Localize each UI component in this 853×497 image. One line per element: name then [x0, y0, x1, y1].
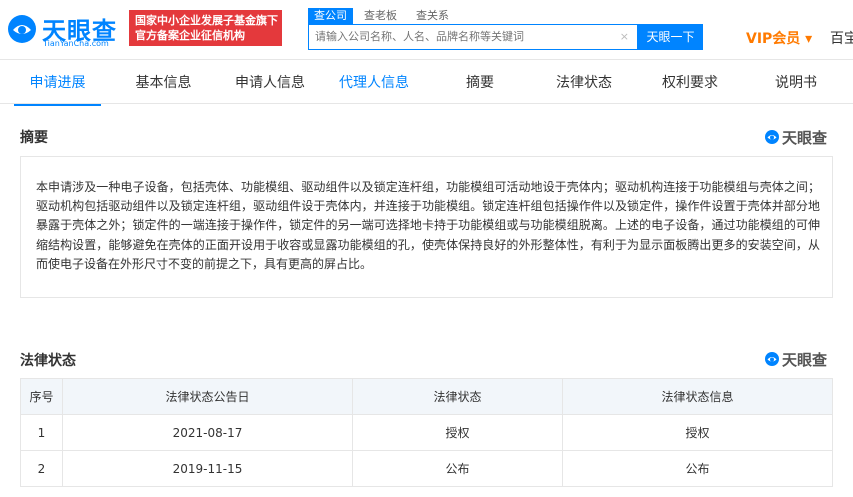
badge-line-2: 官方备案企业征信机构 — [135, 29, 245, 42]
search-input[interactable] — [315, 28, 615, 46]
column-header-date: 法律状态公告日 — [62, 378, 353, 415]
legal-status-table: 序号 法律状态公告日 法律状态 法律状态信息 1 2021-08-17 授权 授… — [20, 378, 833, 487]
abstract-title: 摘要 — [20, 130, 48, 146]
nav-legal-status[interactable]: 法律状态 — [548, 62, 620, 104]
legal-status-brand: 天眼查 — [764, 349, 834, 369]
cell-status-info: 公布 — [562, 450, 833, 487]
cell-index: 1 — [20, 414, 63, 451]
nav-application-progress[interactable]: 申请进展 — [14, 62, 101, 104]
active-tab-indicator — [14, 104, 101, 106]
nav-description[interactable]: 说明书 — [760, 62, 832, 104]
section-nav: 申请进展 基本信息 申请人信息 代理人信息 摘要 法律状态 权利要求 说明书 — [0, 62, 853, 104]
legal-status-brand-text: 天眼查 — [782, 351, 828, 369]
cell-status: 公布 — [352, 450, 563, 487]
badge-line-1: 国家中小企业发展子基金旗下 — [135, 14, 278, 27]
abstract-brand: 天眼查 — [764, 127, 834, 147]
vip-menu[interactable]: VIP会员 ▾ — [746, 28, 812, 48]
nav-claims[interactable]: 权利要求 — [654, 62, 726, 104]
abstract-text: 本申请涉及一种电子设备，包括壳体、功能模组、驱动组件以及锁定连杆组，功能模组可活… — [36, 180, 820, 271]
top-header: 天眼查 TianYanCha.com 国家中小企业发展子基金旗下 官方备案企业征… — [0, 0, 853, 60]
nav-applicant-info[interactable]: 申请人信息 — [225, 62, 315, 104]
nav-abstract[interactable]: 摘要 — [448, 62, 512, 104]
cell-date: 2019-11-15 — [62, 450, 353, 487]
nav-basic-info[interactable]: 基本信息 — [120, 62, 207, 104]
cell-status: 授权 — [352, 414, 563, 451]
cell-status-info: 授权 — [562, 414, 833, 451]
baidu-link[interactable]: 百宝 — [830, 28, 853, 48]
tianyancha-mini-icon — [765, 352, 779, 366]
column-header-index: 序号 — [20, 378, 63, 415]
table-row: 1 2021-08-17 授权 授权 — [20, 414, 833, 451]
column-header-status-info: 法律状态信息 — [562, 378, 833, 415]
nav-agent-info[interactable]: 代理人信息 — [329, 62, 419, 104]
cell-index: 2 — [20, 450, 63, 487]
tianyancha-logo[interactable]: 天眼查 TianYanCha.com — [6, 9, 124, 49]
cell-date: 2021-08-17 — [62, 414, 353, 451]
search-button[interactable]: 天眼一下 — [638, 24, 703, 50]
abstract-content: 本申请涉及一种电子设备，包括壳体、功能模组、驱动组件以及锁定连杆组，功能模组可活… — [20, 156, 833, 298]
tianyancha-logo-icon — [8, 15, 36, 43]
legal-status-title: 法律状态 — [20, 353, 76, 369]
tab-search-relation[interactable]: 查关系 — [410, 8, 455, 24]
logo-url: TianYanCha.com — [43, 39, 109, 48]
clear-icon[interactable]: × — [620, 30, 629, 43]
abstract-brand-text: 天眼查 — [782, 129, 828, 147]
tianyancha-mini-icon — [765, 130, 779, 144]
tab-search-company[interactable]: 查公司 — [308, 8, 353, 24]
search-box: × — [308, 24, 638, 50]
table-header-row: 序号 法律状态公告日 法律状态 法律状态信息 — [20, 378, 833, 415]
official-badge: 国家中小企业发展子基金旗下 官方备案企业征信机构 — [129, 10, 282, 46]
tab-search-boss[interactable]: 查老板 — [358, 8, 403, 24]
table-row: 2 2019-11-15 公布 公布 — [20, 450, 833, 487]
column-header-status: 法律状态 — [352, 378, 563, 415]
